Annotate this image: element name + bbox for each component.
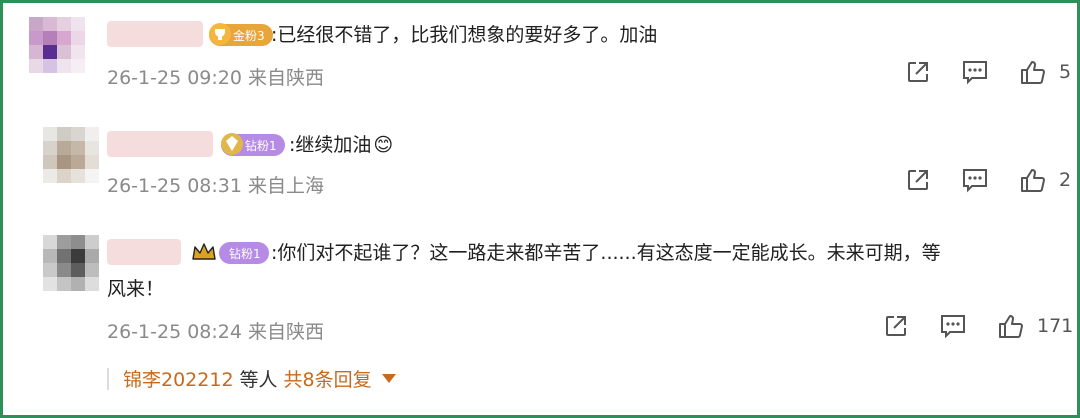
- share-button[interactable]: [883, 313, 909, 339]
- reply-button[interactable]: [939, 313, 967, 339]
- reply-user[interactable]: 锦李202212: [123, 365, 234, 392]
- comment-meta: 26-1-25 08:31 来自上海: [107, 171, 324, 198]
- fan-badge: 金粉3: [209, 23, 273, 46]
- like-icon: [999, 315, 1023, 338]
- like-count: 2: [1059, 169, 1072, 191]
- like-button[interactable]: 5: [1019, 59, 1071, 85]
- timestamp: 26-1-25 09:20: [107, 67, 242, 89]
- like-icon: [1021, 169, 1045, 192]
- smile-emoji-icon: 😊: [373, 134, 394, 156]
- like-button[interactable]: 2: [1019, 167, 1071, 193]
- username[interactable]: [107, 21, 203, 47]
- username[interactable]: [107, 131, 213, 157]
- fan-badge: 钻粉1: [219, 242, 269, 264]
- like-button[interactable]: 171: [997, 313, 1073, 339]
- share-button[interactable]: [905, 167, 931, 193]
- comment-meta: 26-1-25 09:20 来自陕西: [107, 63, 324, 90]
- like-icon: [1021, 61, 1045, 84]
- view-replies-link[interactable]: 锦李202212 等人 共8条回复: [107, 365, 396, 392]
- username[interactable]: [107, 239, 181, 265]
- caret-down-icon: [381, 374, 396, 383]
- share-icon: [908, 62, 928, 82]
- reply-button[interactable]: [961, 167, 989, 193]
- avatar[interactable]: [43, 127, 99, 183]
- reply-etc: 等人: [239, 369, 278, 391]
- comment-icon: [941, 315, 965, 339]
- share-icon: [886, 316, 906, 336]
- like-count: 171: [1037, 315, 1074, 337]
- reply-button[interactable]: [961, 59, 989, 85]
- location: 来自上海: [248, 175, 325, 197]
- trophy-icon: [209, 23, 231, 45]
- crown-icon: [192, 243, 216, 260]
- comment-actions: 171: [883, 313, 1073, 339]
- share-icon: [908, 170, 928, 190]
- comment-actions: 2: [905, 167, 1071, 193]
- comment-meta: 26-1-25 08:24 来自陕西: [107, 317, 324, 344]
- comments-panel: 金粉3 :已经很不错了，比我们想象的要好多了。加油 26-1-25 09:20 …: [0, 0, 1080, 418]
- location: 来自陕西: [248, 321, 325, 343]
- comment-text: :继续加油 😊: [289, 134, 394, 156]
- reply-divider: [107, 367, 109, 390]
- comment-icon: [963, 61, 987, 85]
- comment-text-line2: 风来！: [107, 278, 165, 300]
- fan-badge: 钻粉1: [221, 133, 285, 156]
- like-count: 5: [1059, 61, 1072, 83]
- timestamp: 26-1-25 08:31: [107, 175, 242, 197]
- location: 来自陕西: [248, 67, 325, 89]
- avatar[interactable]: [43, 235, 99, 291]
- comment-actions: 5: [905, 59, 1071, 85]
- comment-icon: [963, 169, 987, 193]
- avatar[interactable]: [29, 17, 85, 73]
- comment-text-line1: :你们对不起谁了？这一路走来都辛苦了......有这态度一定能成长。未来可期，等: [271, 242, 941, 264]
- reply-count[interactable]: 共8条回复: [284, 365, 372, 392]
- diamond-icon: [221, 133, 243, 155]
- timestamp: 26-1-25 08:24: [107, 321, 242, 343]
- share-button[interactable]: [905, 59, 931, 85]
- comment-text: :已经很不错了，比我们想象的要好多了。加油: [271, 24, 658, 46]
